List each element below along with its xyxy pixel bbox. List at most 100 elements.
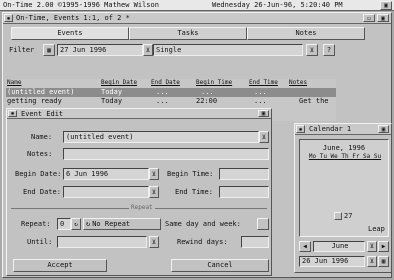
calendar-depth-icon[interactable]: ▣: [378, 125, 389, 133]
calendar-day-box[interactable]: [334, 212, 342, 220]
name-value: (untitled event): [66, 132, 134, 141]
column-name[interactable]: Name: [7, 80, 21, 86]
filter-date-field[interactable]: 27 Jun 1996: [57, 44, 143, 56]
event-edit-depth-icon[interactable]: ▣: [258, 110, 269, 117]
calendar-window: ▪ Calendar 1 ▣ June, 1996 Mo Tu We Th Fr…: [294, 123, 392, 273]
filter-mode-dropdown-icon[interactable]: ⊻: [306, 44, 318, 56]
repeat-count-cycle-icon[interactable]: ↻: [71, 218, 81, 230]
cancel-label: Cancel: [207, 261, 233, 269]
row-notes: Get the: [299, 97, 329, 105]
accept-button[interactable]: Accept: [13, 259, 107, 272]
calendar-title-bar[interactable]: ▪ Calendar 1 ▣: [295, 124, 391, 135]
column-notes[interactable]: Notes: [289, 80, 307, 86]
name-field[interactable]: (untitled event): [63, 131, 259, 143]
name-dropdown-icon[interactable]: ⊻: [259, 131, 269, 143]
same-day-label: Same day and week:: [165, 220, 241, 228]
table-row[interactable]: getting ready Today ... 22:00 ... Get th…: [6, 97, 336, 106]
event-list-header: Name Begin Date End Date Begin Time End …: [6, 79, 336, 88]
tab-events-label: Events: [57, 29, 83, 37]
notes-label: Notes:: [27, 150, 53, 158]
main-window-title-bar[interactable]: ▪ On-Time, Events 1:1, of 2 * ▭ ▣: [3, 13, 391, 24]
row-begin-date: Today: [101, 97, 123, 105]
main-window-title: On-Time, Events 1:1, of 2 *: [16, 14, 130, 22]
calendar-month-view[interactable]: June, 1996 Mo Tu We Th Fr Sa Su 27 Leap: [299, 139, 389, 237]
calendar-month-value: June: [331, 242, 349, 250]
calendar-weekday-header: Mo Tu We Th Fr Sa Su: [308, 153, 382, 160]
screen-title: On-Time 2.00 ©1995-1996 Mathew Wilson: [3, 1, 159, 9]
event-edit-title: Event Edit: [21, 110, 64, 118]
repeat-mode-value: No Repeat: [92, 219, 131, 228]
end-date-label: End Date:: [23, 188, 61, 196]
end-time-field[interactable]: [219, 186, 269, 198]
end-time-label: End Time:: [175, 188, 213, 196]
filter-calendar-button[interactable]: ▦: [43, 44, 55, 56]
begin-time-label: Begin Time:: [167, 170, 214, 178]
column-begin-time[interactable]: Begin Time: [196, 80, 232, 86]
calendar-close-icon[interactable]: ▪: [296, 125, 305, 133]
repeat-label: Repeat:: [21, 220, 51, 228]
help-button[interactable]: ?: [323, 44, 335, 56]
screen-title-bar: On-Time 2.00 ©1995-1996 Mathew Wilson We…: [0, 0, 394, 11]
repeat-count-field[interactable]: 0: [57, 218, 71, 230]
end-date-field[interactable]: [63, 186, 149, 198]
tab-events[interactable]: Events: [11, 27, 129, 40]
close-gadget-icon[interactable]: ▪: [4, 14, 13, 22]
calendar-date-dropdown-icon[interactable]: ⊻: [367, 256, 377, 267]
tab-tasks[interactable]: Tasks: [129, 27, 247, 40]
row-begin-time: ...: [201, 88, 214, 96]
repeat-section-label: Repeat: [129, 204, 155, 211]
end-date-dropdown-icon[interactable]: ⊻: [149, 186, 159, 198]
same-day-checkbox[interactable]: [257, 218, 269, 230]
calendar-today-icon[interactable]: ▦: [378, 256, 389, 267]
column-end-time[interactable]: End Time: [249, 80, 278, 86]
repeat-mode-cycle-icon: ↻: [86, 219, 91, 228]
begin-date-field[interactable]: 6 Jun 1996: [63, 168, 149, 180]
column-end-date[interactable]: End Date: [151, 80, 180, 86]
begin-time-field[interactable]: [219, 168, 269, 180]
calendar-month-select[interactable]: June: [313, 241, 365, 252]
zoom-gadget-icon[interactable]: ▭: [363, 14, 375, 22]
rewind-field[interactable]: [241, 236, 269, 248]
filter-mode-value: Single: [156, 45, 182, 54]
row-end-date: ...: [156, 97, 169, 105]
filter-mode-select[interactable]: Single: [153, 44, 303, 56]
calendar-prev-icon[interactable]: ◀: [299, 241, 311, 252]
cancel-button[interactable]: Cancel: [171, 259, 269, 272]
begin-date-value: 6 Jun 1996: [66, 169, 109, 178]
notes-field[interactable]: [63, 148, 269, 160]
until-field[interactable]: [57, 236, 147, 248]
row-end-date: ...: [156, 88, 169, 96]
calendar-month-year: June, 1996: [322, 144, 366, 152]
event-edit-title-bar[interactable]: ▪ Event Edit ▣: [7, 109, 271, 119]
filter-date-value: 27 Jun 1996: [60, 45, 107, 54]
event-edit-close-icon[interactable]: ▪: [8, 110, 17, 117]
tab-notes[interactable]: Notes: [247, 27, 365, 40]
screen-datetime: Wednesday 26-Jun-96, 5:20:40 PM: [212, 1, 343, 9]
until-dropdown-icon[interactable]: ⊻: [149, 236, 159, 248]
row-name: (untitled event): [7, 88, 75, 96]
accept-label: Accept: [47, 261, 73, 269]
repeat-mode-cycle[interactable]: ↻ No Repeat: [83, 218, 161, 230]
calendar-leap-label: Leap: [368, 225, 385, 233]
row-end-time: ...: [254, 97, 267, 105]
table-row[interactable]: (untitled event) Today ... ... ...: [6, 88, 336, 97]
row-end-time: ...: [254, 88, 267, 96]
begin-date-label: Begin Date:: [15, 170, 62, 178]
until-label: Until:: [27, 238, 53, 246]
help-label: ?: [326, 45, 332, 54]
column-begin-date[interactable]: Begin Date: [101, 80, 137, 86]
calendar-day-number: 27: [344, 212, 353, 220]
row-begin-time: 22:00: [196, 97, 218, 105]
calendar-month-dropdown-icon[interactable]: ⊻: [367, 241, 377, 252]
repeat-count-value: 0: [60, 219, 65, 228]
event-edit-window: ▪ Event Edit ▣ Name: (untitled event) ⊻ …: [6, 108, 272, 276]
begin-date-dropdown-icon[interactable]: ⊻: [149, 168, 159, 180]
depth-gadget-icon[interactable]: ▣: [377, 14, 389, 22]
screen-depth-gadget[interactable]: ▣: [380, 1, 392, 10]
rewind-label: Rewind days:: [177, 238, 228, 246]
filter-date-dropdown-icon[interactable]: ⊻: [143, 44, 153, 56]
calendar-date-value: 26 Jun 1996: [302, 257, 349, 265]
calendar-next-icon[interactable]: ▶: [378, 241, 389, 252]
tab-notes-label: Notes: [295, 29, 317, 37]
calendar-date-field[interactable]: 26 Jun 1996: [299, 256, 365, 267]
